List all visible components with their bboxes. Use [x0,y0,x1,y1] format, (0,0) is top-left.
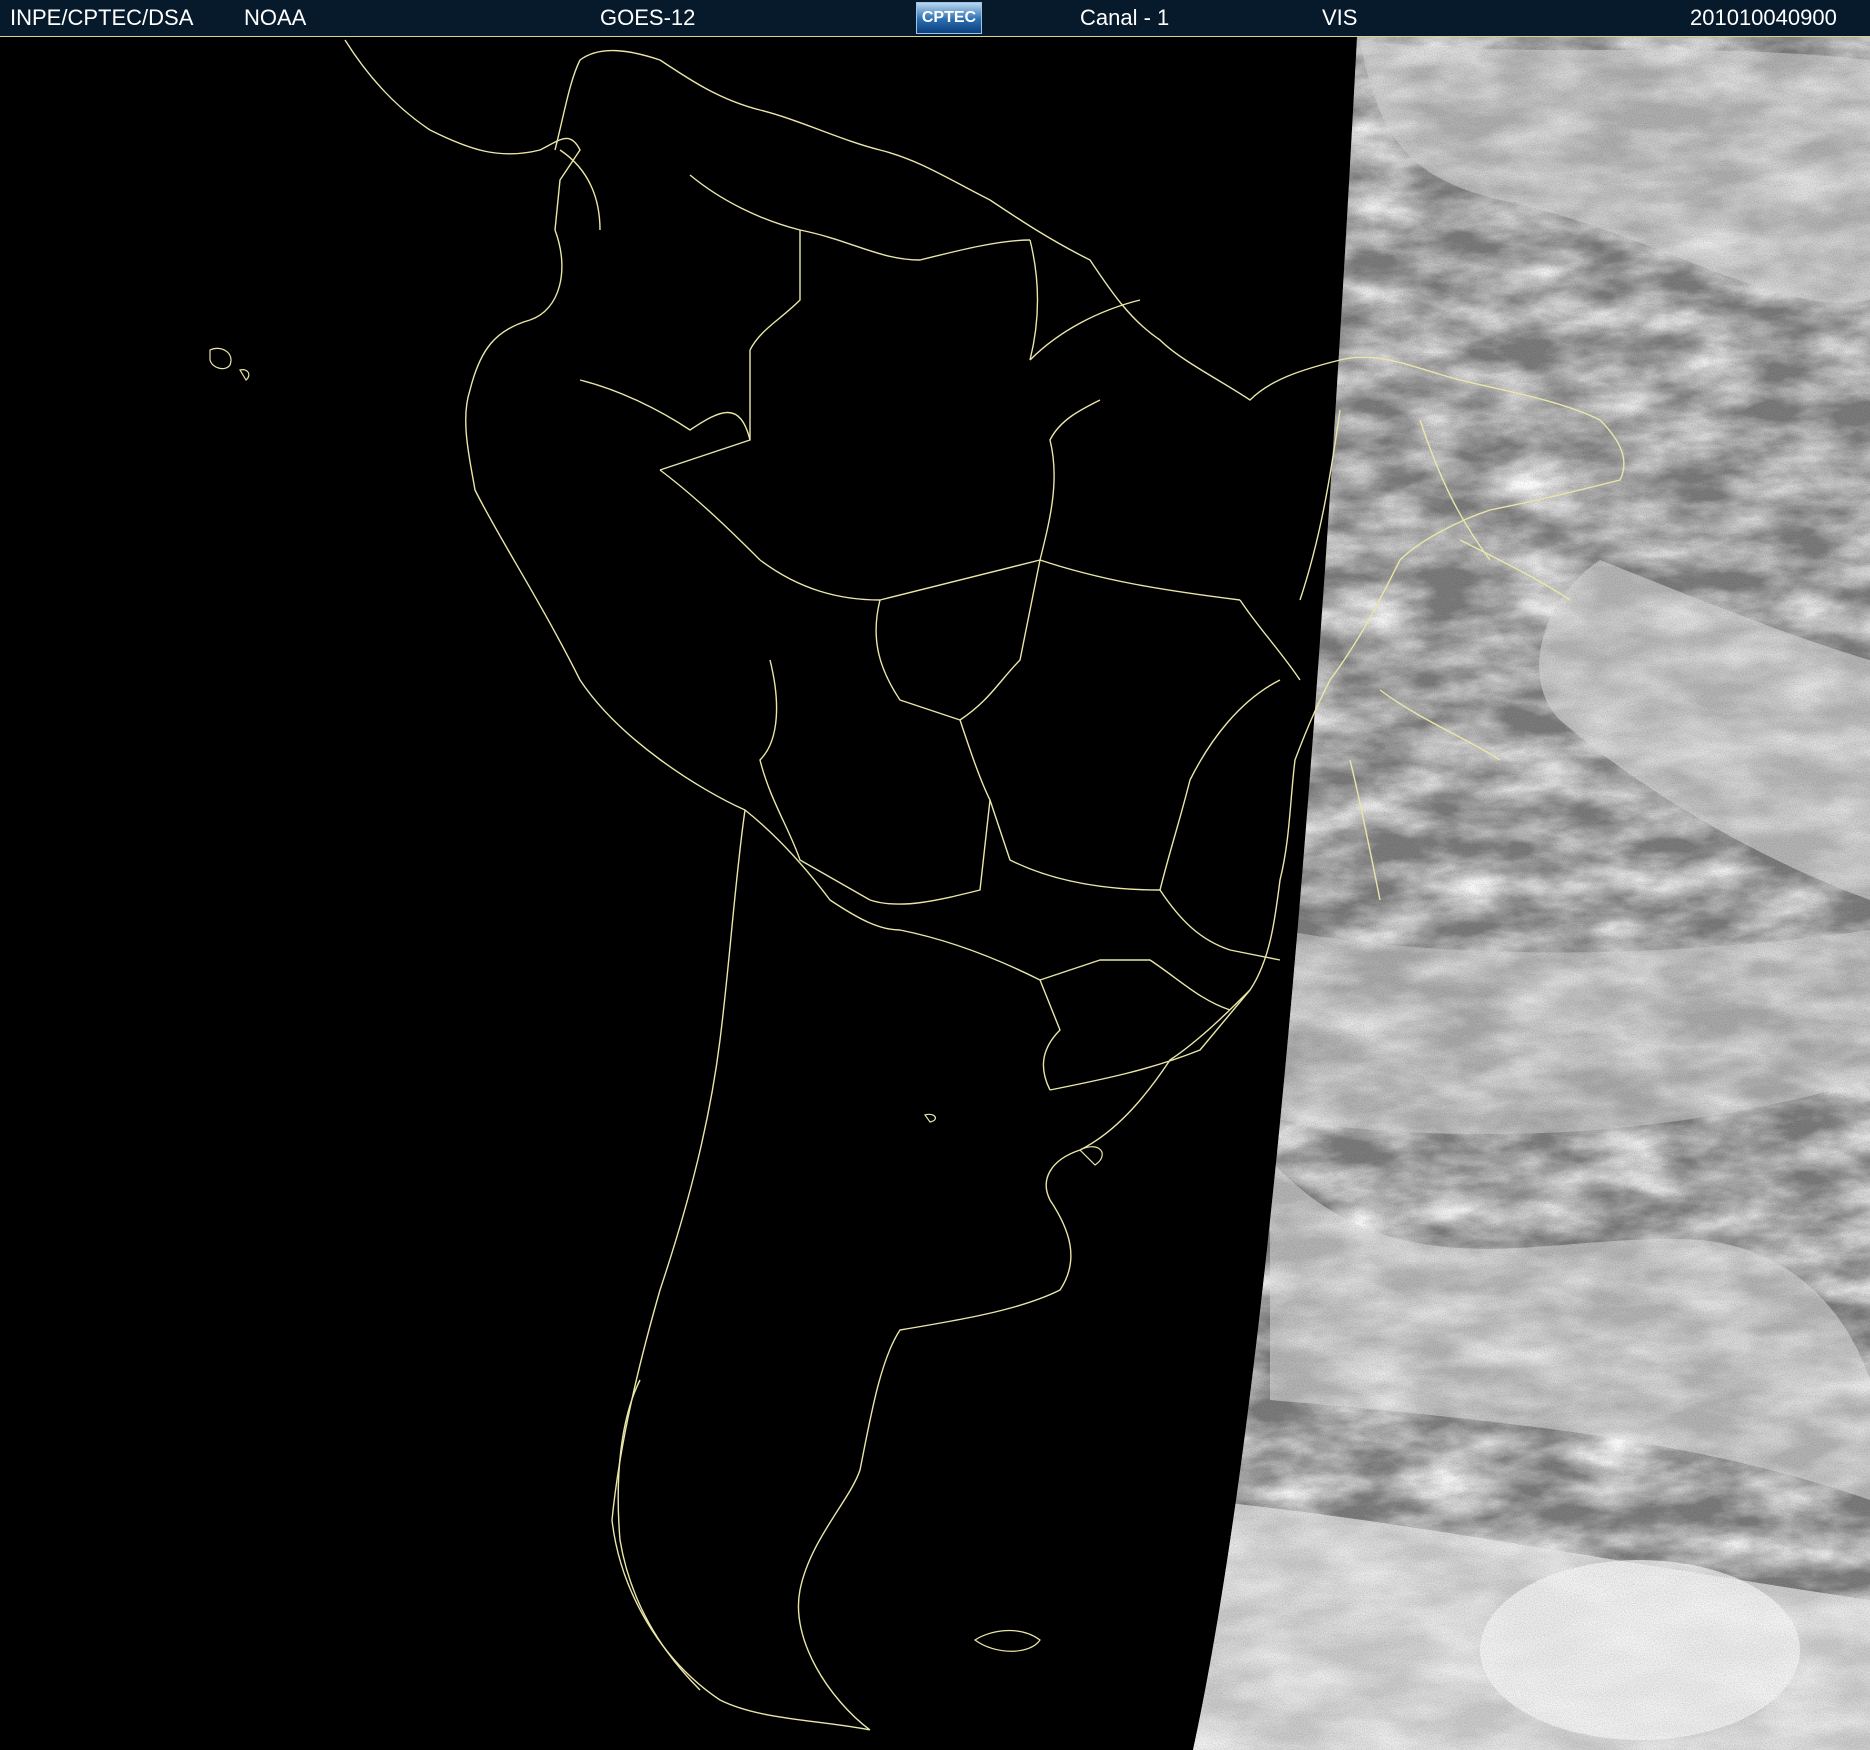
band-label: VIS [1322,5,1358,30]
map-svg [0,37,1870,1750]
satellite-label: GOES-12 [600,5,696,30]
satellite-map [0,37,1870,1750]
agency-label: NOAA [244,5,307,30]
timestamp-label: 201010040900 [1690,5,1837,30]
channel-label: Canal - 1 [1080,5,1170,30]
cptec-logo: CPTEC [916,2,982,34]
org-label: INPE/CPTEC/DSA [10,5,194,30]
image-header: INPE/CPTEC/DSA NOAA GOES-12 CPTEC Canal … [0,0,1870,37]
